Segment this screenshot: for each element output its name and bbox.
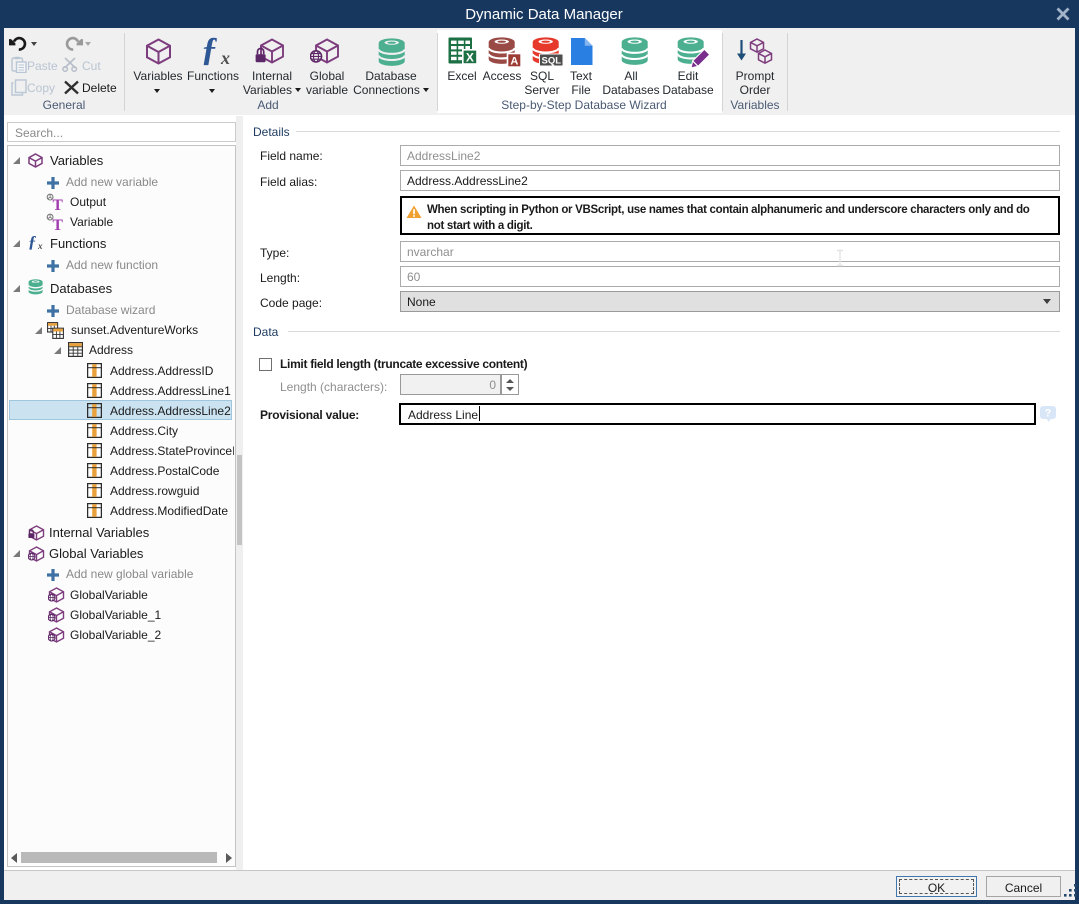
svg-text:X: X [466,51,474,65]
svg-text:SQL: SQL [542,55,562,66]
svg-text:ƒ: ƒ [201,35,218,67]
svg-text:?: ? [1045,408,1052,420]
svg-text:T: T [53,197,64,211]
svg-text:A: A [510,55,518,67]
svg-text:T: T [53,217,64,231]
svg-text:x: x [37,241,43,251]
svg-text:ƒ: ƒ [28,234,37,251]
svg-text:x: x [220,48,230,67]
